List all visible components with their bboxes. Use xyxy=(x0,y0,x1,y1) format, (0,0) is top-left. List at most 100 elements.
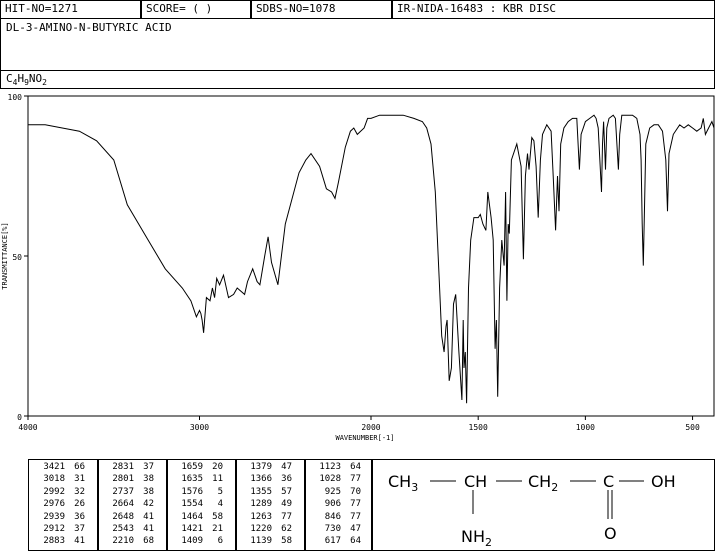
peak-entry: 1379 47 xyxy=(244,462,300,472)
peak-transmittance: 77 xyxy=(350,511,361,522)
peak-transmittance: 36 xyxy=(281,474,292,485)
sdbs-number: SDBS-NO=1078 xyxy=(256,2,336,15)
peak-column-divider xyxy=(235,459,237,551)
x-tick-label: 3000 xyxy=(190,423,209,432)
peak-transmittance: 57 xyxy=(281,486,292,497)
peak-transmittance: 32 xyxy=(74,486,85,497)
peak-entry: 846 77 xyxy=(313,512,369,522)
peak-wavenumber: 1355 xyxy=(250,486,272,497)
peak-wavenumber: 2664 xyxy=(112,499,134,510)
y-axis: 100 50 0 xyxy=(8,93,28,422)
peak-entry: 3421 66 xyxy=(37,462,93,472)
transmittance-series xyxy=(28,114,715,404)
peak-transmittance: 68 xyxy=(143,536,154,547)
peak-entry: 2801 38 xyxy=(106,474,162,484)
peak-wavenumber: 617 xyxy=(324,536,341,547)
peak-wavenumber: 2737 xyxy=(112,486,134,497)
peak-transmittance: 38 xyxy=(143,474,154,485)
molecular-formula: C4H9NO2 xyxy=(6,72,47,87)
peak-entry: 2831 37 xyxy=(106,462,162,472)
peak-entry: 1421 21 xyxy=(175,524,231,534)
peak-transmittance: 77 xyxy=(350,499,361,510)
peak-transmittance: 26 xyxy=(74,499,85,510)
peak-entry: 617 64 xyxy=(313,536,369,546)
y-tick-label: 100 xyxy=(8,93,23,102)
peak-entry: 1464 58 xyxy=(175,512,231,522)
peak-entry: 2648 41 xyxy=(106,512,162,522)
peak-entry: 1139 58 xyxy=(244,536,300,546)
peak-entry: 2883 41 xyxy=(37,536,93,546)
peak-wavenumber: 1554 xyxy=(181,499,203,510)
peak-transmittance: 37 xyxy=(143,462,154,472)
peak-entry: 1123 64 xyxy=(313,462,369,472)
peak-transmittance: 38 xyxy=(143,486,154,497)
peak-transmittance: 47 xyxy=(281,462,292,472)
carbonyl-carbon: C xyxy=(603,472,614,491)
peak-transmittance: 6 xyxy=(217,536,223,547)
peak-transmittance: 64 xyxy=(350,462,361,472)
peak-entry: 2737 38 xyxy=(106,487,162,497)
peak-transmittance: 37 xyxy=(74,524,85,534)
peak-entry: 2664 42 xyxy=(106,499,162,509)
ch-group: CH xyxy=(464,472,487,491)
y-tick-label: 0 xyxy=(17,413,22,422)
peak-wavenumber: 2831 xyxy=(112,462,134,472)
x-tick-label: 4000 xyxy=(18,423,37,432)
y-axis-label: TRANSMITTANCE[%] xyxy=(1,222,9,289)
peak-transmittance: 20 xyxy=(212,462,223,472)
x-axis-label: WAVENUMBER[-1] xyxy=(335,434,394,442)
formula-box xyxy=(0,70,715,89)
amino-group: NH2 xyxy=(461,527,492,549)
peak-transmittance: 11 xyxy=(212,474,223,485)
peak-transmittance: 41 xyxy=(143,524,154,534)
peak-entry: 2939 36 xyxy=(37,512,93,522)
y-tick-label: 50 xyxy=(12,253,22,262)
peak-wavenumber: 846 xyxy=(324,511,341,522)
peak-transmittance: 21 xyxy=(212,524,223,534)
peak-entry: 1659 20 xyxy=(175,462,231,472)
peak-transmittance: 49 xyxy=(281,499,292,510)
peak-entry: 925 70 xyxy=(313,487,369,497)
peak-wavenumber: 2801 xyxy=(112,474,134,485)
peak-entry: 2210 68 xyxy=(106,536,162,546)
peak-wavenumber: 2648 xyxy=(112,511,134,522)
carbonyl-oxygen: O xyxy=(604,524,617,543)
peak-wavenumber: 1263 xyxy=(250,511,272,522)
peak-transmittance: 41 xyxy=(143,511,154,522)
peak-wavenumber: 2543 xyxy=(112,524,134,534)
formula-o-count: 2 xyxy=(42,78,47,88)
ir-spectrum-chart: 100500 4000 3000 2000 1500 1000 500 WAVENUMBE… xyxy=(1,93,715,442)
peak-entry: 2992 32 xyxy=(37,487,93,497)
peak-wavenumber: 2976 xyxy=(43,499,65,510)
peak-transmittance: 64 xyxy=(350,536,361,547)
peak-entry: 1576 5 xyxy=(175,487,231,497)
peak-wavenumber: 925 xyxy=(324,486,341,497)
peak-transmittance: 31 xyxy=(74,474,85,485)
peak-column-divider xyxy=(304,459,306,551)
peak-entry: 1289 49 xyxy=(244,499,300,509)
peak-entry: 730 47 xyxy=(313,524,369,534)
hit-number: HIT-NO=1271 xyxy=(5,2,78,15)
peak-wavenumber: 1409 xyxy=(181,536,203,547)
peak-entry: 2976 26 xyxy=(37,499,93,509)
peak-entry: 1635 11 xyxy=(175,474,231,484)
peak-transmittance: 77 xyxy=(350,474,361,485)
peak-wavenumber: 2210 xyxy=(112,536,134,547)
peak-wavenumber: 1123 xyxy=(319,462,341,472)
formula-c: C xyxy=(6,72,13,85)
peak-transmittance: 62 xyxy=(281,524,292,534)
peak-wavenumber: 1028 xyxy=(319,474,341,485)
hydroxyl-group: OH xyxy=(651,472,676,491)
peak-wavenumber: 1421 xyxy=(181,524,203,534)
peak-wavenumber: 3421 xyxy=(43,462,65,472)
peak-wavenumber: 1635 xyxy=(181,474,203,485)
x-axis: 4000 3000 2000 1500 1000 500 xyxy=(18,416,700,432)
peak-wavenumber: 1289 xyxy=(250,499,272,510)
peak-entry: 1409 6 xyxy=(175,536,231,546)
peak-wavenumber: 1366 xyxy=(250,474,272,485)
x-tick-label: 500 xyxy=(685,423,700,432)
peak-transmittance: 42 xyxy=(143,499,154,510)
peak-wavenumber: 1464 xyxy=(181,511,203,522)
ir-info: IR-NIDA-16483 : KBR DISC xyxy=(397,2,556,15)
ch2-group: CH2 xyxy=(528,472,558,494)
